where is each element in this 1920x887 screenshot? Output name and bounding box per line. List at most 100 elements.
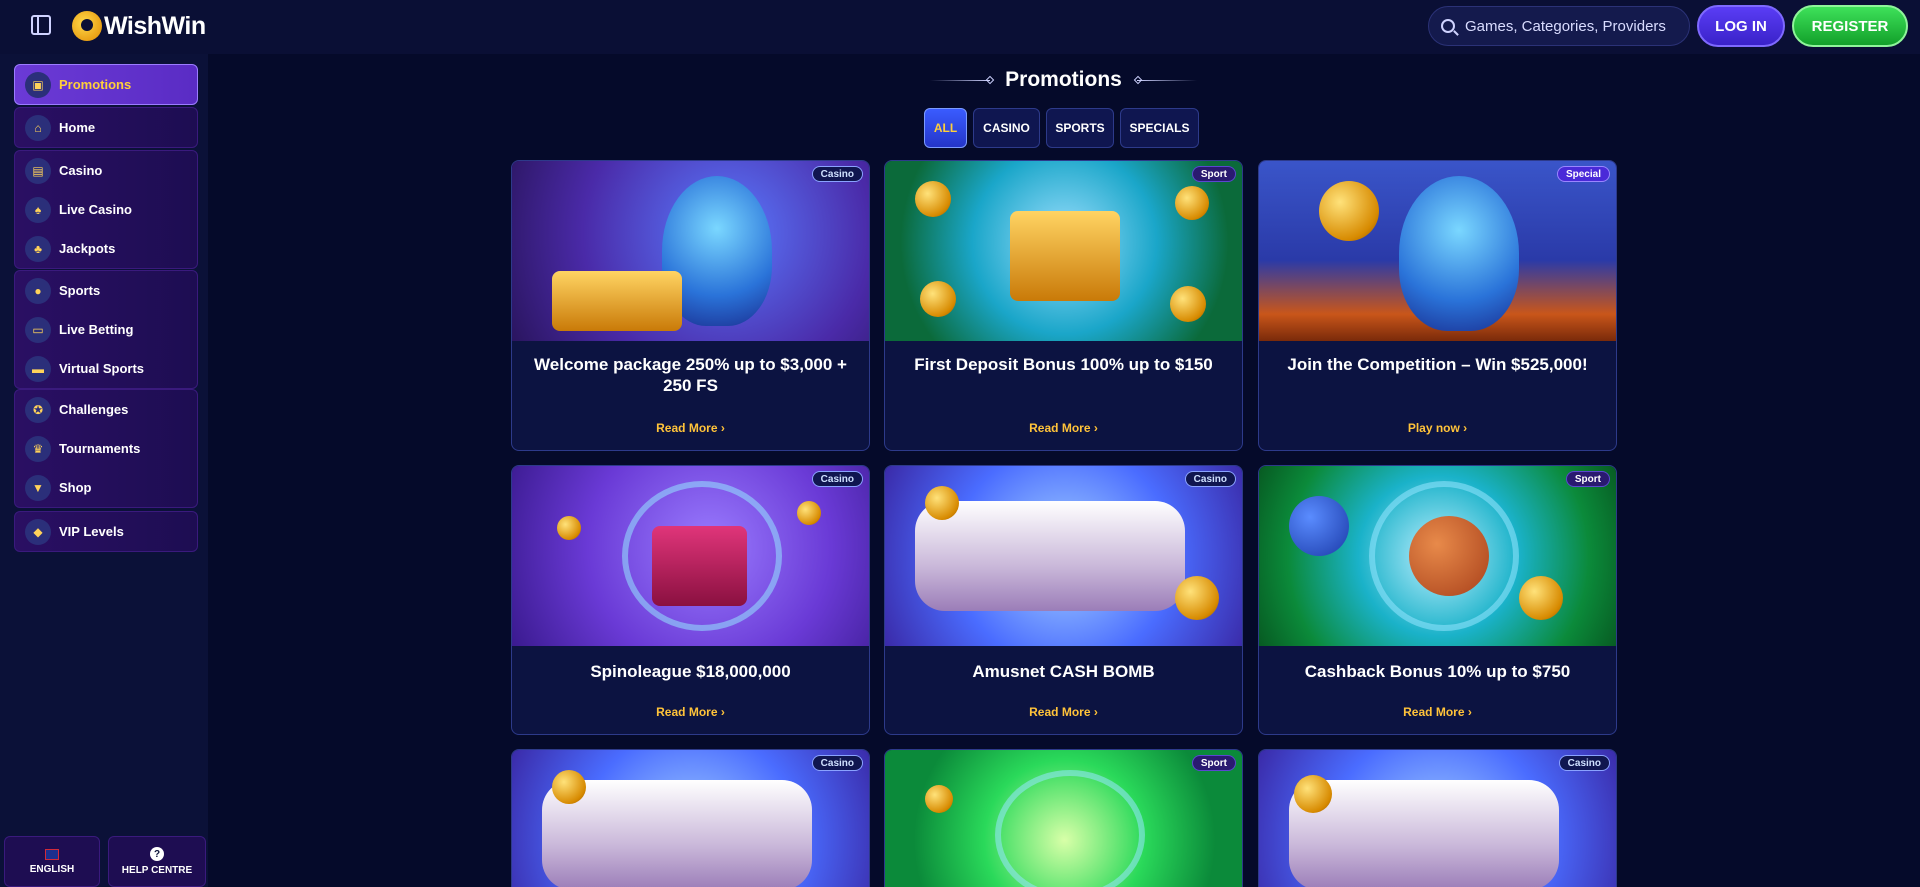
promo-title: First Deposit Bonus 100% up to $150 — [914, 355, 1213, 374]
clover-icon: ♣ — [25, 235, 51, 262]
help-centre-button[interactable]: ? HELP CENTRE — [108, 836, 206, 887]
brand-logo[interactable]: WishWin — [72, 10, 206, 42]
sidebar-item-challenges[interactable]: ✪ Challenges — [15, 390, 197, 429]
promo-card[interactable]: Casino Welcome package 250% up to $3,000… — [511, 160, 870, 451]
promo-card[interactable]: Casino — [511, 749, 870, 887]
promo-image — [885, 466, 1242, 646]
home-icon: ⌂ — [25, 114, 51, 141]
promo-title: Welcome package 250% up to $3,000 + 250 … — [534, 355, 847, 395]
coin-art — [925, 785, 953, 813]
coin-art — [552, 770, 586, 804]
sidebar-item-label: Promotions — [59, 77, 132, 92]
magic-swirl-art — [995, 770, 1145, 887]
promo-card[interactable]: Sport Cashback Bonus 10% up to $750 Read… — [1258, 465, 1617, 735]
category-badge: Casino — [811, 166, 863, 182]
play-now-link[interactable]: Play now — [1259, 421, 1616, 435]
sidebar-item-virtual-sports[interactable]: ▬ Virtual Sports — [15, 349, 197, 388]
live-icon: ▭ — [25, 316, 51, 343]
top-header: WishWin Games, Categories, Providers LOG… — [0, 0, 1920, 54]
promo-image — [512, 161, 869, 341]
title-divider-right — [1137, 80, 1197, 81]
register-button[interactable]: REGISTER — [1792, 5, 1908, 47]
sidebar-item-label: Challenges — [59, 402, 129, 417]
promo-title: Spinoleague $18,000,000 — [590, 662, 791, 681]
nav-group-home: ⌂ Home — [14, 107, 198, 148]
sidebar-item-live-casino[interactable]: ♠ Live Casino — [15, 190, 197, 229]
promo-image — [885, 750, 1242, 887]
diamond-icon: ◆ — [25, 518, 51, 545]
trophy-icon: ♛ — [25, 435, 51, 462]
promo-title: Join the Competition – Win $525,000! — [1287, 355, 1588, 374]
read-more-link[interactable]: Read More — [512, 705, 869, 719]
promo-image — [1259, 161, 1616, 341]
search-icon — [1441, 19, 1455, 33]
coin-art — [1175, 186, 1209, 220]
genie-art — [1399, 176, 1519, 331]
tab-specials[interactable]: SPECIALS — [1120, 108, 1199, 148]
read-more-link[interactable]: Read More — [512, 421, 869, 435]
promo-image — [1259, 466, 1616, 646]
read-more-link[interactable]: Read More — [885, 421, 1242, 435]
tab-sports[interactable]: SPORTS — [1046, 108, 1114, 148]
sidebar-item-casino[interactable]: ▤ Casino — [15, 151, 197, 190]
sidebar: ▣ Promotions ⌂ Home ▤ Casino ♠ Live Casi… — [0, 54, 208, 887]
read-more-link[interactable]: Read More — [885, 705, 1242, 719]
promo-filter-tabs: ALL CASINO SPORTS SPECIALS — [924, 108, 1199, 148]
sidebar-item-label: Casino — [59, 163, 103, 178]
basket-icon: ▼ — [25, 474, 51, 501]
genie-hat-art — [652, 526, 747, 606]
promo-image — [1259, 750, 1616, 887]
promo-card[interactable]: Sport — [884, 749, 1243, 887]
tab-casino[interactable]: CASINO — [973, 108, 1040, 148]
promo-card[interactable]: Sport First Deposit Bonus 100% up to $15… — [884, 160, 1243, 451]
sidebar-item-promotions[interactable]: ▣ Promotions — [15, 65, 197, 104]
category-badge: Casino — [1184, 471, 1236, 487]
medal-icon: ✪ — [25, 396, 51, 423]
coin-art — [1294, 775, 1332, 813]
category-badge: Sport — [1191, 166, 1236, 182]
sidebar-item-live-betting[interactable]: ▭ Live Betting — [15, 310, 197, 349]
sidebar-item-label: Jackpots — [59, 241, 116, 256]
category-badge: Casino — [1558, 755, 1610, 771]
sidebar-item-label: Live Casino — [59, 202, 132, 217]
promo-card[interactable]: Casino Amusnet CASH BOMB Read More — [884, 465, 1243, 735]
ball-icon: ● — [25, 277, 51, 304]
category-badge: Casino — [811, 755, 863, 771]
search-input[interactable]: Games, Categories, Providers — [1428, 6, 1690, 46]
sidebar-item-sports[interactable]: ● Sports — [15, 271, 197, 310]
promo-image — [512, 750, 869, 887]
coin-art — [797, 501, 821, 525]
australia-flag-icon — [45, 848, 59, 860]
promo-card[interactable]: Casino — [1258, 749, 1617, 887]
treasure-chest-art — [552, 271, 682, 331]
sidebar-item-shop[interactable]: ▼ Shop — [15, 468, 197, 507]
tab-all[interactable]: ALL — [924, 108, 967, 148]
language-label: ENGLISH — [29, 863, 75, 875]
sidebar-item-label: VIP Levels — [59, 524, 124, 539]
sidebar-item-tournaments[interactable]: ♛ Tournaments — [15, 429, 197, 468]
sidebar-item-jackpots[interactable]: ♣ Jackpots — [15, 229, 197, 268]
sidebar-item-vip-levels[interactable]: ◆ VIP Levels — [15, 512, 197, 551]
help-label: HELP CENTRE — [121, 865, 193, 876]
slot-machine-icon: ▤ — [25, 157, 51, 184]
coin-art — [915, 181, 951, 217]
gift-icon: ▣ — [25, 71, 51, 98]
promo-card[interactable]: Casino Spinoleague $18,000,000 Read More — [511, 465, 870, 735]
sidebar-item-home[interactable]: ⌂ Home — [15, 108, 197, 147]
promo-card[interactable]: Special Join the Competition – Win $525,… — [1258, 160, 1617, 451]
sidebar-toggle-icon[interactable] — [31, 15, 51, 35]
read-more-link[interactable]: Read More — [1259, 705, 1616, 719]
language-button[interactable]: ENGLISH — [4, 836, 100, 887]
monitor-icon: ▬ — [25, 355, 51, 382]
coin-art — [557, 516, 581, 540]
login-button[interactable]: LOG IN — [1697, 5, 1785, 47]
ball-art — [1409, 516, 1489, 596]
logo-text: WishWin — [104, 11, 206, 40]
sidebar-item-label: Shop — [59, 480, 92, 495]
sidebar-item-label: Virtual Sports — [59, 361, 145, 376]
foam-hand-art — [1289, 496, 1349, 556]
trophy-art — [1319, 181, 1379, 241]
coin-art — [1519, 576, 1563, 620]
sidebar-item-label: Home — [59, 120, 96, 135]
category-badge: Special — [1556, 166, 1610, 182]
